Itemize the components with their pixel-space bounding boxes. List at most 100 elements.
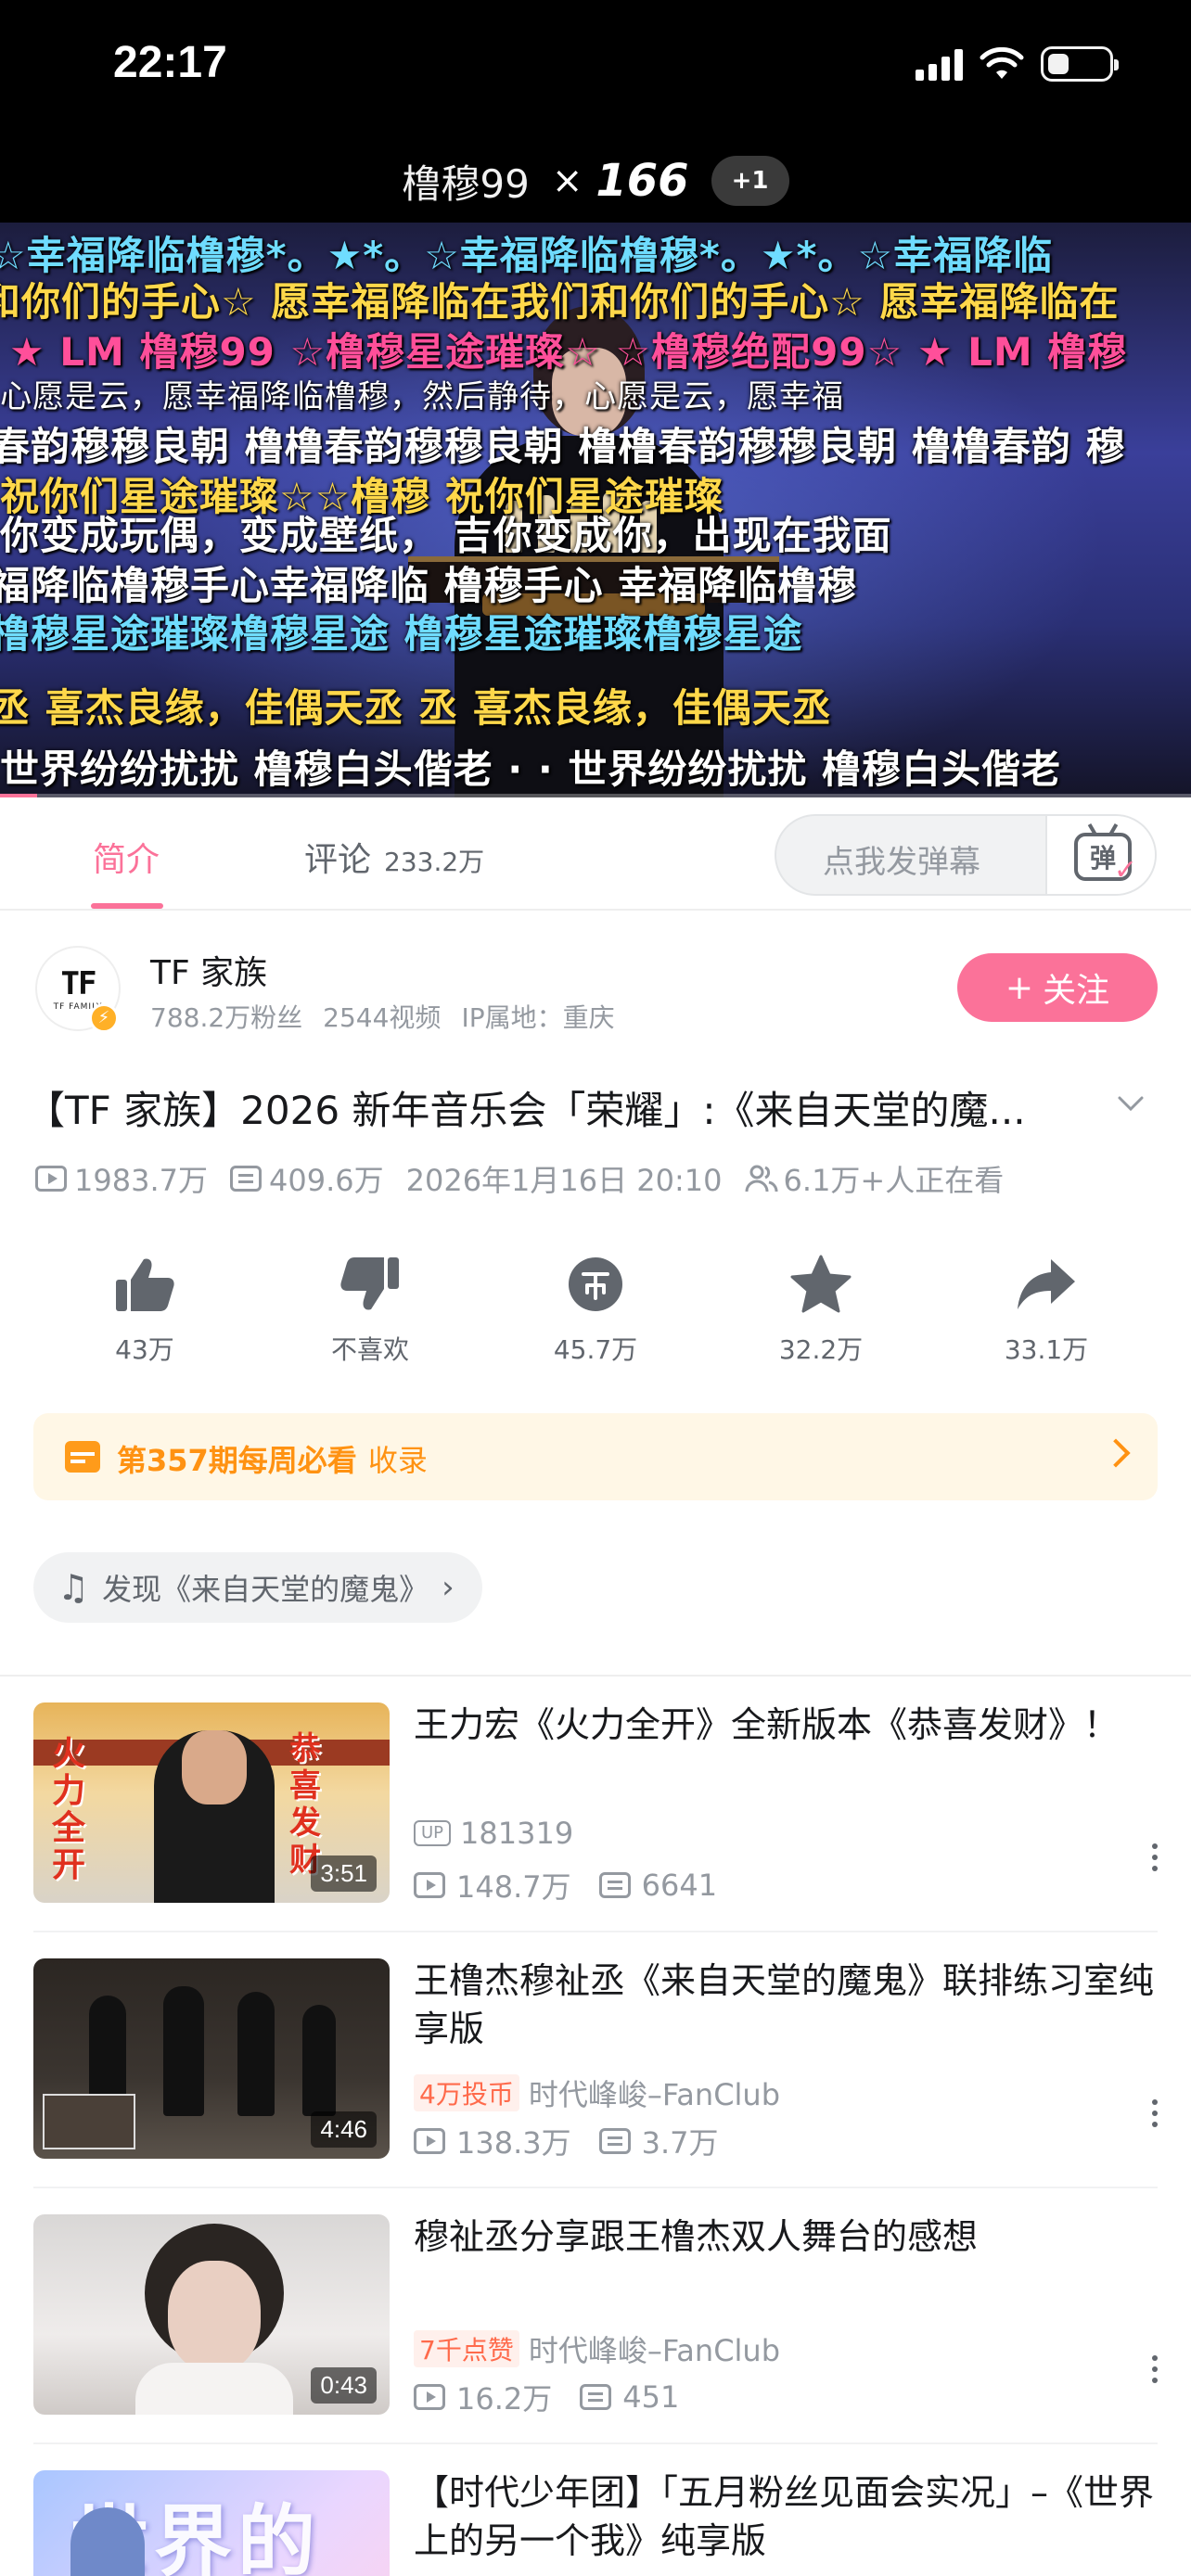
- video-player[interactable]: ☆幸福降临橹穆*。★*。☆幸福降临橹穆*。★*。☆幸福降临 和你们的手心☆ 愿幸…: [0, 223, 1191, 797]
- list-item[interactable]: 0:43 穆祉丞分享跟王橹杰双人舞台的感想 7千点赞 时代峰峻–FanClub …: [0, 2188, 1191, 2444]
- danmaku-count: 409.6万: [229, 1157, 384, 1200]
- view-count: 148.7万: [456, 1869, 571, 1905]
- video-stats: 16.2万 451: [414, 2376, 679, 2418]
- uploader-section: TF TF FAMILY ⚡ TF 家族 788.2万粉丝 2544视频 IP属…: [0, 927, 1191, 1057]
- share-count: 33.1万: [1004, 1334, 1089, 1365]
- video-info: 【时代少年团】「五月粉丝见面会实况」–《世界上的另一个我》纯享版: [414, 2468, 1156, 2576]
- uploader-videos: 2544视频: [323, 1002, 442, 1033]
- video-duration: 4:46: [311, 2111, 377, 2148]
- chevron-down-icon[interactable]: [1117, 1089, 1145, 1116]
- thumb-face: [168, 2261, 261, 2372]
- view-count: 1983.7万: [35, 1157, 208, 1200]
- weekly-text: 第357期每周必看 收录: [117, 1437, 428, 1480]
- danmaku-count-icon: [580, 2384, 612, 2410]
- video-card-title[interactable]: 王橹杰穆祉丞《来自天堂的魔鬼》联排练习室纯享版: [414, 1957, 1156, 2053]
- danmaku-line: ★ LM 橹穆99 ☆橹穆星途璀璨☆ ☆橹穆绝配99☆ ★ LM 橹穆: [9, 329, 1128, 375]
- owner-name[interactable]: 时代峰峻–FanClub: [529, 2327, 780, 2370]
- danmaku-input[interactable]: 点我发弹幕 弹 ✓: [775, 814, 1157, 896]
- more-options-icon[interactable]: [1152, 2099, 1158, 2127]
- uploader-fans: 788.2万粉丝: [150, 1002, 303, 1033]
- danmaku-count-value: 409.6万: [268, 1163, 384, 1198]
- danmaku-line: 丞 喜杰良缘，佳偶天丞 丞 喜杰良缘，佳偶天丞: [0, 685, 832, 731]
- video-card-title[interactable]: 【时代少年团】「五月粉丝见面会实况」–《世界上的另一个我》纯享版: [414, 2468, 1156, 2565]
- danmaku-line: 世界纷纷扰扰 橹穆白头偕老 · · 世界纷纷扰扰 橹穆白头偕老: [0, 746, 1062, 792]
- view-count-value: 1983.7万: [74, 1163, 208, 1198]
- danmaku-line: 和你们的手心☆ 愿幸福降临在我们和你们的手心☆ 愿幸福降临在: [0, 279, 1120, 325]
- thumbs-up-icon: [116, 1258, 174, 1311]
- video-info: 王力宏《火力全开》全新版本《恭喜发财》！ UP 181319 148.7万 66…: [414, 1701, 1156, 1914]
- video-owner: 7千点赞 时代峰峻–FanClub: [414, 2327, 780, 2370]
- video-stats: 138.3万 3.7万: [414, 2120, 719, 2162]
- chevron-right-icon: ›: [442, 1569, 455, 1606]
- more-options-icon[interactable]: [1152, 2355, 1158, 2383]
- up-badge: UP: [414, 1820, 452, 1846]
- people-icon: [745, 1165, 778, 1192]
- like-button[interactable]: 43万: [70, 1252, 219, 1367]
- list-item[interactable]: 4:46 王橹杰穆祉丞《来自天堂的魔鬼》联排练习室纯享版 4万投币 时代峰峻–F…: [0, 1932, 1191, 2188]
- weekly-action: 收录: [367, 1443, 428, 1478]
- coin-count: 45.7万: [553, 1334, 638, 1365]
- video-thumbnail[interactable]: 4:46: [33, 1958, 390, 2159]
- publish-date: 2026年1月16日 20:10: [405, 1163, 723, 1198]
- music-chip-label: 发现《来自天堂的魔鬼》: [102, 1572, 429, 1607]
- follow-label: 关注: [1043, 972, 1110, 1010]
- cellular-signal-icon: [916, 47, 963, 81]
- action-row: 43万 不喜欢 45.7万 32.2万 33.1万: [0, 1252, 1191, 1372]
- share-button[interactable]: 33.1万: [972, 1252, 1121, 1367]
- play-count-icon: [35, 1166, 67, 1192]
- thumb-person: [70, 2507, 145, 2576]
- danmaku-combo-bar: 橹穆99 × 166 +1: [0, 139, 1191, 223]
- watching-now: 6.1万+人正在看: [745, 1157, 1004, 1200]
- danmaku-count-icon: [229, 1166, 262, 1192]
- video-owner: UP 181319: [414, 1816, 573, 1851]
- follow-button[interactable]: + 关注: [957, 953, 1158, 1022]
- video-card-title[interactable]: 穆祉丞分享跟王橹杰双人舞台的感想: [414, 2213, 1156, 2261]
- play-count-icon: [414, 1872, 445, 1898]
- owner-name[interactable]: 时代峰峻–FanClub: [529, 2072, 780, 2114]
- combo-plus-one-button[interactable]: +1: [711, 156, 789, 206]
- danmaku-input-placeholder: 点我发弹幕: [823, 844, 980, 881]
- video-thumbnail[interactable]: 0:43: [33, 2214, 390, 2415]
- status-bar: 22:17: [0, 0, 1191, 139]
- video-thumbnail[interactable]: 世界的我: [33, 2470, 390, 2576]
- more-options-icon[interactable]: [1152, 1843, 1158, 1871]
- tab-comments-label: 评论: [304, 841, 372, 879]
- dislike-button[interactable]: 不喜欢: [296, 1252, 444, 1367]
- danmaku-line: 心愿是云，愿幸福降临橹穆，然后静待，心愿是云，愿幸福: [0, 378, 844, 415]
- calendar-icon: [65, 1441, 100, 1473]
- tab-active-indicator: [91, 903, 163, 909]
- video-card-title[interactable]: 王力宏《火力全开》全新版本《恭喜发财》！: [414, 1701, 1156, 1749]
- favorite-button[interactable]: 32.2万: [747, 1252, 895, 1367]
- battery-icon: [1041, 46, 1119, 82]
- wifi-icon: [980, 47, 1024, 79]
- music-note-icon: ♫: [58, 1567, 90, 1608]
- coin-icon: [569, 1257, 622, 1311]
- video-title[interactable]: 【TF 家族】2026 新年音乐会「荣耀」:《来自天堂的魔...: [26, 1079, 1083, 1136]
- thumb-dancer: [163, 1986, 204, 2116]
- owner-name[interactable]: 181319: [460, 1816, 573, 1851]
- chevron-right-icon: [1101, 1438, 1131, 1468]
- tab-intro[interactable]: 简介: [93, 833, 160, 881]
- coin-button[interactable]: 45.7万: [521, 1252, 670, 1367]
- star-icon: [790, 1255, 852, 1313]
- video-thumbnail[interactable]: 火力全开 恭喜发财 3:51: [33, 1702, 390, 1903]
- danmaku-count: 3.7万: [641, 2125, 719, 2161]
- thumb-inset: [43, 2094, 135, 2149]
- tab-comments[interactable]: 评论 233.2万: [304, 833, 484, 881]
- combo-count: 166: [596, 155, 689, 207]
- verified-lightning-icon: ⚡: [89, 1003, 119, 1033]
- list-item[interactable]: 世界的我 【时代少年团】「五月粉丝见面会实况」–《世界上的另一个我》纯享版: [0, 2444, 1191, 2576]
- weekly-must-watch-banner[interactable]: 第357期每周必看 收录: [33, 1413, 1158, 1500]
- video-duration: 3:51: [311, 1855, 377, 1892]
- uploader-name[interactable]: TF 家族: [150, 946, 267, 994]
- danmaku-count: 6641: [641, 1868, 718, 1903]
- list-item[interactable]: 火力全开 恭喜发财 3:51 王力宏《火力全开》全新版本《恭喜发财》！ UP 1…: [0, 1677, 1191, 1932]
- like-count: 43万: [115, 1334, 174, 1365]
- danmaku-toggle-button[interactable]: 弹 ✓: [1045, 816, 1155, 894]
- tab-comments-count: 233.2万: [384, 847, 485, 877]
- combo-multiplier: ×: [551, 159, 583, 202]
- music-discover-chip[interactable]: ♫ 发现《来自天堂的魔鬼》 ›: [33, 1552, 482, 1623]
- thumb-face: [182, 1730, 247, 1804]
- view-count: 16.2万: [456, 2381, 553, 2417]
- danmaku-line: 橹穆星途璀璨橹穆星途 橹穆星途璀璨橹穆星途: [0, 611, 803, 657]
